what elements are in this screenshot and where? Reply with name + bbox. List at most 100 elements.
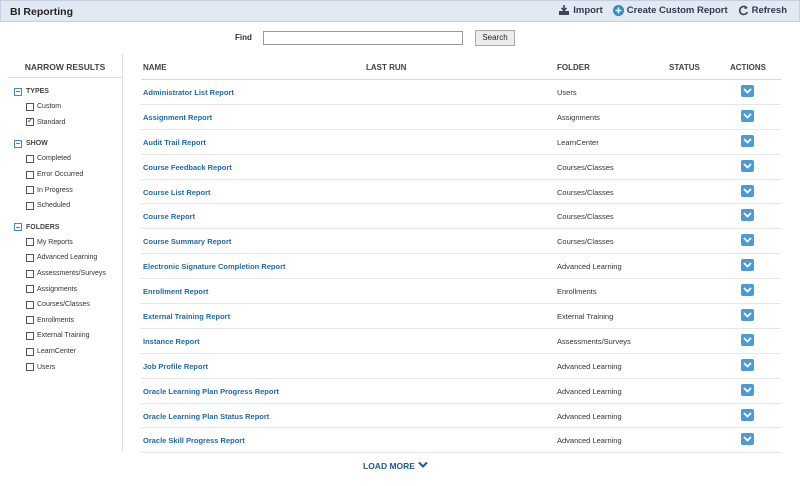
checkbox[interactable] [26, 170, 34, 179]
checkbox[interactable] [26, 316, 34, 325]
report-name-link[interactable]: Electronic Signature Completion Report [143, 262, 286, 271]
chevron-down-icon [743, 163, 752, 169]
actions-cell [741, 159, 754, 172]
refresh-button[interactable]: Refresh [738, 5, 787, 16]
actions-cell [741, 284, 754, 297]
report-name-link[interactable]: Course Report [143, 212, 195, 221]
header-actions: Import Create Custom Report Refresh [558, 5, 787, 16]
table-row: Oracle Skill Progress Report Advanced Lea… [141, 428, 781, 454]
report-name-link[interactable]: Enrollment Report [143, 287, 208, 296]
checkbox[interactable] [26, 116, 34, 127]
plus-circle-icon [612, 5, 624, 16]
checkbox[interactable] [26, 238, 34, 247]
folder-cell: Assessments/Surveys [557, 336, 631, 346]
chevron-down-icon [743, 237, 752, 244]
table-row: Job Profile Report Advanced Learning [141, 354, 781, 379]
reports-table: NAME LAST RUN FOLDER STATUS ACTIONS Admi… [141, 54, 781, 454]
actions-cell [741, 209, 754, 222]
column-header-status[interactable]: STATUS [669, 63, 700, 72]
group-show-toggle[interactable]: SHOW [14, 136, 122, 151]
column-header-actions: ACTIONS [730, 63, 766, 72]
report-name-link[interactable]: Instance Report [143, 337, 200, 346]
import-label: Import [573, 5, 603, 16]
checkbox[interactable] [26, 102, 34, 111]
report-name-link[interactable]: Audit Trail Report [143, 138, 206, 147]
filter-advanced-learning[interactable]: Advanced Learning [26, 250, 122, 266]
filter-custom[interactable]: Custom [26, 99, 122, 115]
filter-my-reports[interactable]: My Reports [26, 235, 122, 251]
group-folders-toggle[interactable]: FOLDERS [14, 220, 122, 235]
filter-error-occurred[interactable]: Error Occurred [26, 167, 122, 183]
filter-label: Scheduled [37, 202, 71, 210]
import-button[interactable]: Import [558, 5, 603, 16]
table-row: Audit Trail Report LearnCenter [141, 130, 781, 155]
table-row: Course List Report Courses/Classes [141, 180, 781, 205]
report-name-link[interactable]: Course Feedback Report [143, 163, 232, 172]
checkbox[interactable] [26, 201, 34, 210]
report-name-link[interactable]: External Training Report [143, 312, 230, 321]
filter-standard[interactable]: Standard [26, 115, 122, 131]
report-name-link[interactable]: Course Summary Report [143, 237, 231, 246]
report-name-link[interactable]: Oracle Skill Progress Report [143, 436, 245, 445]
column-header-last-run[interactable]: LAST RUN [366, 63, 406, 72]
column-header-name[interactable]: NAME [143, 63, 167, 72]
report-name-link[interactable]: Assignment Report [143, 113, 212, 122]
search-button[interactable]: Search [475, 30, 515, 46]
filter-assignments[interactable]: Assignments [26, 281, 122, 297]
checkbox[interactable] [26, 285, 34, 294]
checkbox[interactable] [26, 347, 34, 356]
actions-dropdown-button[interactable] [741, 358, 754, 371]
search-input[interactable] [263, 31, 463, 45]
title-bar: BI Reporting Import Create Custom Report… [0, 0, 800, 22]
report-name-link[interactable]: Course List Report [143, 188, 211, 197]
table-row: Electronic Signature Completion Report Ad… [141, 254, 781, 280]
actions-dropdown-button[interactable] [741, 234, 754, 247]
actions-dropdown-button[interactable] [741, 408, 754, 421]
actions-dropdown-button[interactable] [741, 134, 754, 147]
checkbox[interactable] [26, 363, 34, 372]
checkbox[interactable] [26, 300, 34, 309]
filter-label: Enrollments [37, 316, 74, 324]
filter-completed[interactable]: Completed [26, 151, 122, 167]
filter-learncenter[interactable]: LearnCenter [26, 344, 122, 360]
filter-users[interactable]: Users [26, 359, 122, 375]
filter-scheduled[interactable]: Scheduled [26, 198, 122, 214]
filter-in-progress[interactable]: In Progress [26, 182, 122, 198]
actions-dropdown-button[interactable] [741, 284, 754, 297]
actions-dropdown-button[interactable] [741, 433, 754, 446]
actions-dropdown-button[interactable] [741, 159, 754, 172]
folder-cell: Advanced Learning [557, 361, 622, 371]
actions-dropdown-button[interactable] [741, 109, 754, 122]
filter-external-training[interactable]: External Training [26, 328, 122, 344]
actions-dropdown-button[interactable] [741, 259, 754, 272]
filter-assessments-surveys[interactable]: Assessments/Surveys [26, 266, 122, 282]
load-more-button[interactable]: LOAD MORE [363, 461, 428, 471]
report-name-link[interactable]: Oracle Learning Plan Status Report [143, 412, 269, 421]
checkbox[interactable] [26, 186, 34, 195]
actions-dropdown-button[interactable] [741, 209, 754, 222]
report-name-link[interactable]: Oracle Learning Plan Progress Report [143, 387, 279, 396]
actions-dropdown-button[interactable] [741, 184, 754, 197]
create-custom-report-button[interactable]: Create Custom Report [612, 5, 728, 16]
report-name-link[interactable]: Administrator List Report [143, 88, 234, 97]
actions-dropdown-button[interactable] [741, 85, 754, 97]
actions-dropdown-button[interactable] [741, 383, 754, 396]
checkbox[interactable] [26, 331, 34, 340]
report-name-link[interactable]: Job Profile Report [143, 362, 208, 371]
load-more-label: LOAD MORE [363, 461, 415, 471]
filter-courses-classes[interactable]: Courses/Classes [26, 297, 122, 313]
actions-dropdown-button[interactable] [741, 309, 754, 322]
checkbox[interactable] [26, 154, 34, 163]
group-types-toggle[interactable]: TYPES [14, 84, 122, 99]
column-header-folder[interactable]: FOLDER [557, 63, 590, 72]
group-title-types: TYPES [26, 88, 49, 95]
filter-enrollments[interactable]: Enrollments [26, 313, 122, 329]
checkbox[interactable] [26, 269, 34, 278]
chevron-down-icon [743, 113, 752, 119]
folder-cell: Advanced Learning [557, 386, 622, 396]
chevron-down-icon [743, 212, 752, 219]
filter-label: LearnCenter [37, 348, 76, 356]
refresh-icon [738, 5, 749, 16]
checkbox[interactable] [26, 253, 34, 262]
actions-dropdown-button[interactable] [741, 333, 754, 346]
